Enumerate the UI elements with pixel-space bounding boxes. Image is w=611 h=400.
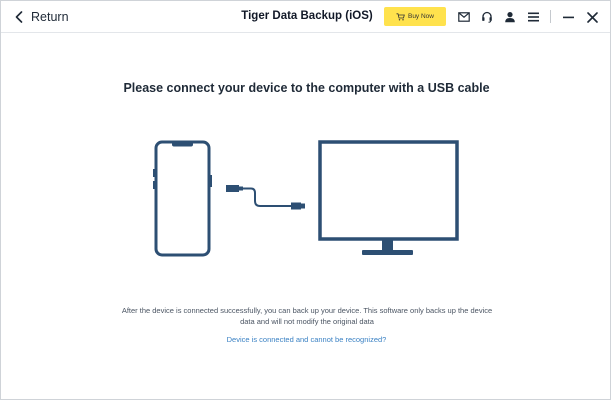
app-title: Tiger Data Backup (iOS) [241,10,373,22]
close-icon[interactable] [585,10,599,24]
page-title: Please connect your device to the comput… [123,81,490,95]
main-content: Please connect your device to the comput… [1,33,610,399]
return-label: Return [31,10,69,24]
title-bar: Return Tiger Data Backup (iOS) Buy Now [1,1,610,33]
connect-device-illustration [153,140,459,257]
connection-info-text: After the device is connected successful… [121,306,493,326]
device-not-recognized-link[interactable]: Device is connected and cannot be recogn… [1,335,611,344]
title-bar-separator [550,10,551,23]
cart-icon [396,12,405,20]
buy-now-label: Buy Now [407,13,434,20]
monitor-icon [318,140,459,255]
chevron-left-icon [15,11,23,23]
app-window: Return Tiger Data Backup (iOS) Buy Now P… [0,0,611,400]
usb-cable-icon [226,185,305,210]
return-button[interactable]: Return [15,9,69,25]
headset-icon[interactable] [480,10,494,24]
minimize-icon[interactable] [561,10,575,24]
buy-now-button[interactable]: Buy Now [384,7,446,26]
phone-icon [153,140,212,257]
menu-icon[interactable] [526,10,540,24]
user-icon[interactable] [503,10,517,24]
mail-icon[interactable] [457,10,471,24]
